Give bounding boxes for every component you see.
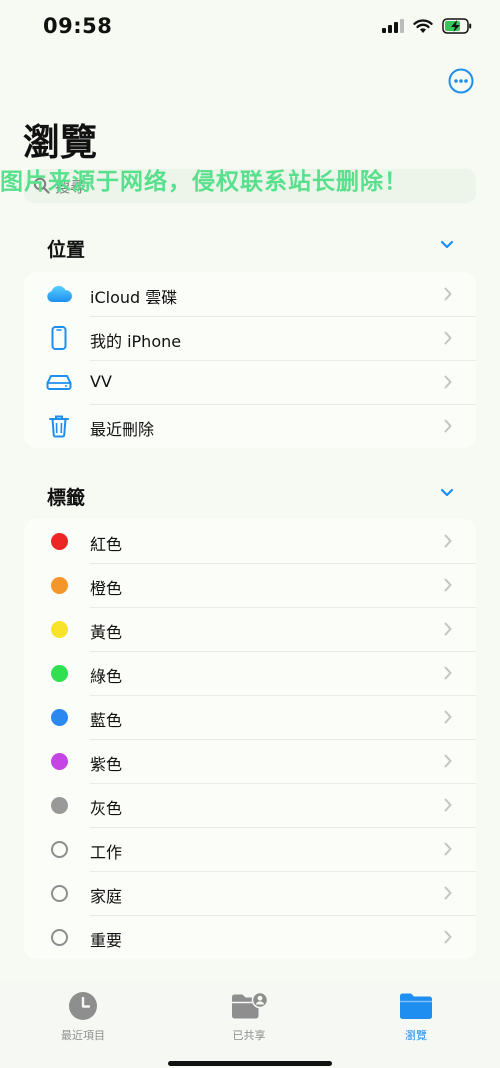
- status-bar: 09:58: [0, 0, 500, 56]
- tag-color-icon: [45, 703, 73, 731]
- chevron-right-icon: [444, 710, 452, 724]
- chevron-right-icon: [444, 578, 452, 592]
- tag-color-icon: [45, 659, 73, 687]
- chevron-right-icon: [444, 287, 452, 301]
- row-label: 藍色: [90, 711, 123, 730]
- row-label: 家庭: [90, 887, 123, 906]
- folder-icon: [400, 993, 432, 1019]
- locations-list: iCloud 雲碟 我的 iPhone VV 最近刪除: [24, 272, 476, 448]
- chevron-down-icon: [440, 488, 454, 497]
- empty-circle-icon: [50, 928, 68, 946]
- ellipsis-circle-icon: [448, 68, 474, 94]
- tab-shared[interactable]: 已共享: [189, 990, 309, 1043]
- tab-label: 瀏覽: [405, 1029, 427, 1042]
- chevron-right-icon: [444, 331, 452, 345]
- tag-color-dot: [50, 664, 68, 682]
- tag-item[interactable]: 灰色: [24, 783, 476, 827]
- row-label: 紫色: [90, 755, 123, 774]
- chevron-right-icon: [444, 622, 452, 636]
- row-label: 最近刪除: [90, 420, 155, 439]
- row-label: 工作: [90, 843, 123, 862]
- row-label: 重要: [90, 931, 123, 950]
- clock-icon: [69, 992, 97, 1020]
- row-label: iCloud 雲碟: [90, 288, 178, 307]
- more-button[interactable]: [448, 68, 474, 94]
- tag-color-dot: [50, 620, 68, 638]
- row-label: 橙色: [90, 579, 123, 598]
- tag-item[interactable]: 紫色: [24, 739, 476, 783]
- empty-circle-icon: [50, 884, 68, 902]
- watermark: 图片来源于网络，侵权联系站长删除！: [0, 169, 408, 195]
- tab-bar: 最近項目 已共享 瀏覽: [0, 980, 500, 1068]
- section-title: 位置: [47, 239, 86, 261]
- tags-section-header[interactable]: 標籤: [24, 480, 476, 510]
- icloud-icon: [45, 280, 73, 308]
- locations-section-header[interactable]: 位置: [24, 232, 476, 262]
- chevron-right-icon: [444, 886, 452, 900]
- tag-color-icon: [45, 571, 73, 599]
- tag-color-dot: [50, 532, 68, 550]
- tag-item[interactable]: 重要: [24, 915, 476, 959]
- home-indicator: [168, 1061, 332, 1066]
- row-label: 綠色: [90, 667, 123, 686]
- tag-color-dot: [50, 576, 68, 594]
- section-title: 標籤: [47, 487, 86, 509]
- tag-color-icon: [45, 527, 73, 555]
- tag-color-icon: [45, 747, 73, 775]
- chevron-right-icon: [444, 534, 452, 548]
- location-item-recently-deleted[interactable]: 最近刪除: [24, 404, 476, 448]
- location-item-iphone[interactable]: 我的 iPhone: [24, 316, 476, 360]
- tag-outline-icon: [45, 879, 73, 907]
- drive-icon: [45, 368, 73, 396]
- tag-outline-icon: [45, 923, 73, 951]
- tag-color-icon: [45, 615, 73, 643]
- location-item-vv[interactable]: VV: [24, 360, 476, 404]
- wifi-icon: [413, 18, 433, 33]
- row-label: 黃色: [90, 623, 123, 642]
- empty-circle-icon: [50, 840, 68, 858]
- chevron-right-icon: [444, 842, 452, 856]
- status-icons: [382, 18, 472, 34]
- chevron-right-icon: [444, 930, 452, 944]
- tag-item[interactable]: 綠色: [24, 651, 476, 695]
- chevron-right-icon: [444, 754, 452, 768]
- page-title: 瀏覽: [23, 121, 97, 164]
- iphone-icon: [45, 324, 73, 352]
- tag-outline-icon: [45, 835, 73, 863]
- tag-item[interactable]: 紅色: [24, 519, 476, 563]
- tag-item[interactable]: 工作: [24, 827, 476, 871]
- chevron-right-icon: [444, 666, 452, 680]
- tag-item[interactable]: 黃色: [24, 607, 476, 651]
- status-time: 09:58: [43, 14, 113, 38]
- tab-browse[interactable]: 瀏覽: [356, 990, 476, 1043]
- tag-item[interactable]: 橙色: [24, 563, 476, 607]
- tab-label: 已共享: [232, 1029, 266, 1042]
- chevron-right-icon: [444, 375, 452, 389]
- tag-color-dot: [50, 796, 68, 814]
- row-label: VV: [90, 372, 112, 391]
- tab-label: 最近項目: [61, 1029, 105, 1042]
- row-label: 我的 iPhone: [90, 332, 182, 351]
- tab-recents[interactable]: 最近項目: [23, 990, 143, 1043]
- tag-color-icon: [45, 791, 73, 819]
- chevron-right-icon: [444, 798, 452, 812]
- battery-charging-icon: [442, 18, 472, 34]
- tag-color-dot: [50, 708, 68, 726]
- row-label: 紅色: [90, 535, 123, 554]
- chevron-right-icon: [444, 419, 452, 433]
- location-item-icloud[interactable]: iCloud 雲碟: [24, 272, 476, 316]
- chevron-down-icon: [440, 240, 454, 249]
- cellular-signal-icon: [382, 19, 404, 33]
- tag-item[interactable]: 家庭: [24, 871, 476, 915]
- tag-color-dot: [50, 752, 68, 770]
- tags-list: 紅色橙色黃色綠色藍色紫色灰色工作家庭重要: [24, 519, 476, 959]
- trash-icon: [45, 412, 73, 440]
- row-label: 灰色: [90, 799, 123, 818]
- tag-item[interactable]: 藍色: [24, 695, 476, 739]
- shared-folder-icon: [232, 991, 268, 1019]
